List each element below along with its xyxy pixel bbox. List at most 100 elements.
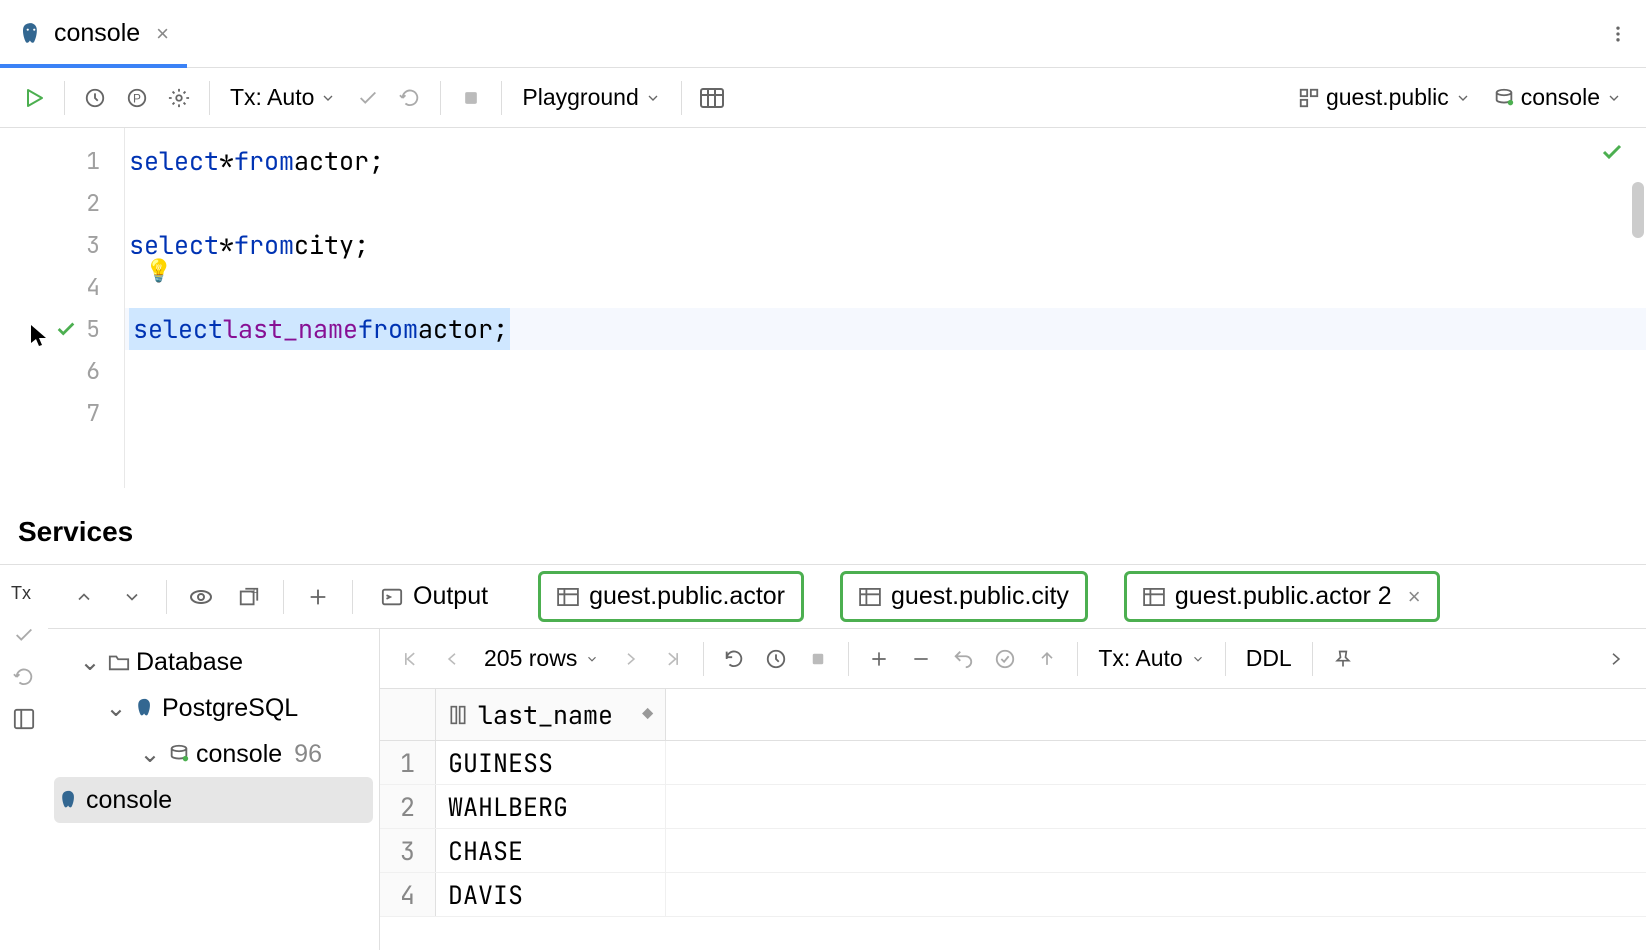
run-gutter-icon[interactable] bbox=[55, 318, 77, 340]
kebab-menu-icon[interactable] bbox=[1608, 24, 1628, 44]
chevron-down-icon bbox=[320, 90, 336, 106]
data-panel: 205 rows T bbox=[380, 629, 1646, 950]
tree-node-postgres[interactable]: ⌄ PostgreSQL bbox=[48, 685, 379, 731]
add-row-button[interactable] bbox=[859, 639, 899, 679]
cell-last-name[interactable]: DAVIS bbox=[436, 873, 666, 916]
settings-button[interactable] bbox=[159, 78, 199, 118]
code-line: select * from city; bbox=[125, 224, 1646, 266]
chevron-down-icon: ⌄ bbox=[78, 647, 102, 677]
services-main: + Output guest.public.actor guest.public… bbox=[48, 565, 1646, 950]
tx-label: Tx: Auto bbox=[230, 84, 314, 111]
column-header-last-name[interactable]: last_name ◆ bbox=[436, 689, 666, 740]
playground-label: Playground bbox=[522, 84, 638, 111]
collapse-down-button[interactable] bbox=[112, 577, 152, 617]
folder-icon bbox=[108, 652, 130, 672]
auto-refresh-button[interactable] bbox=[756, 639, 796, 679]
schema-select[interactable]: guest.public bbox=[1288, 78, 1481, 118]
tree-count: 96 bbox=[294, 740, 322, 769]
tree-node-console-session[interactable]: ⌄ console 96 bbox=[48, 731, 379, 777]
tab-label: console bbox=[54, 19, 140, 48]
scrollbar-thumb[interactable] bbox=[1632, 182, 1644, 238]
data-grid-button[interactable] bbox=[692, 78, 732, 118]
close-icon[interactable]: × bbox=[1408, 584, 1421, 610]
rollback-rail-button[interactable] bbox=[6, 659, 42, 695]
prev-page-button[interactable] bbox=[432, 639, 472, 679]
mouse-cursor bbox=[30, 324, 48, 348]
stop-button[interactable] bbox=[451, 78, 491, 118]
table-row[interactable]: 3 CHASE bbox=[380, 829, 1646, 873]
tree-node-database[interactable]: ⌄ Database bbox=[48, 639, 379, 685]
postgres-icon bbox=[18, 21, 44, 47]
tx-data-select[interactable]: Tx: Auto bbox=[1088, 645, 1214, 672]
table-row[interactable]: 1 GUINESS bbox=[380, 741, 1646, 785]
layout-rail-button[interactable] bbox=[6, 701, 42, 737]
table-header: last_name ◆ bbox=[380, 689, 1646, 741]
table-row[interactable]: 4 DAVIS bbox=[380, 873, 1646, 917]
table-icon bbox=[859, 588, 881, 606]
line-number: 3 bbox=[86, 230, 100, 260]
first-page-button[interactable] bbox=[390, 639, 430, 679]
tx-mode-select[interactable]: Tx: Auto bbox=[220, 78, 346, 118]
close-icon[interactable]: × bbox=[156, 21, 169, 47]
code-area[interactable]: select * from actor; select * from city;… bbox=[125, 128, 1646, 488]
ddl-button[interactable]: DDL bbox=[1236, 645, 1302, 672]
reload-button[interactable] bbox=[714, 639, 754, 679]
revert-button[interactable] bbox=[943, 639, 983, 679]
cell-last-name[interactable]: CHASE bbox=[436, 829, 666, 872]
result-tab-actor[interactable]: guest.public.actor bbox=[538, 571, 804, 622]
schema-icon bbox=[1298, 87, 1320, 109]
history-button[interactable] bbox=[75, 78, 115, 118]
analysis-ok-icon[interactable] bbox=[1600, 140, 1624, 164]
data-toolbar: 205 rows T bbox=[380, 629, 1646, 689]
sql-editor[interactable]: 1 2 3 4 5 6 7 select * from actor; selec… bbox=[0, 128, 1646, 488]
chevron-down-icon bbox=[1191, 652, 1205, 666]
show-button[interactable] bbox=[181, 577, 221, 617]
code-line-highlighted: select last_name from actor; bbox=[125, 308, 1646, 350]
svg-text:Tx: Tx bbox=[11, 583, 31, 603]
commit-rail-button[interactable] bbox=[6, 617, 42, 653]
table-row[interactable]: 2 WAHLBERG bbox=[380, 785, 1646, 829]
tx-rail-icon[interactable]: Tx bbox=[6, 575, 42, 611]
commit-button[interactable] bbox=[348, 78, 388, 118]
ddl-label: DDL bbox=[1246, 645, 1292, 672]
code-line bbox=[125, 392, 1646, 434]
gutter: 1 2 3 4 5 6 7 bbox=[0, 128, 125, 488]
stop-data-button[interactable] bbox=[798, 639, 838, 679]
code-line bbox=[125, 350, 1646, 392]
result-tab-actor-2[interactable]: guest.public.actor 2 × bbox=[1124, 571, 1440, 622]
intention-bulb-icon[interactable]: 💡 bbox=[145, 256, 172, 285]
services-tabs: + Output guest.public.actor guest.public… bbox=[48, 565, 1646, 629]
session-select[interactable]: console bbox=[1483, 78, 1632, 118]
export-button[interactable] bbox=[1027, 639, 1067, 679]
line-number: 6 bbox=[86, 356, 100, 386]
row-number: 3 bbox=[380, 829, 436, 872]
last-page-button[interactable] bbox=[653, 639, 693, 679]
session-icon bbox=[1493, 87, 1515, 109]
line-number: 2 bbox=[86, 188, 100, 218]
open-new-tab-button[interactable]: + bbox=[229, 577, 269, 617]
next-page-button[interactable] bbox=[611, 639, 651, 679]
rollback-button[interactable] bbox=[390, 78, 430, 118]
chevron-down-icon bbox=[645, 90, 661, 106]
tree-node-console-leaf[interactable]: console bbox=[54, 777, 373, 823]
pin-button[interactable] bbox=[1323, 639, 1363, 679]
remove-row-button[interactable] bbox=[901, 639, 941, 679]
tree-label: PostgreSQL bbox=[162, 694, 298, 723]
result-tab-city[interactable]: guest.public.city bbox=[840, 571, 1088, 622]
cell-last-name[interactable]: GUINESS bbox=[436, 741, 666, 784]
submit-button[interactable] bbox=[985, 639, 1025, 679]
output-tab[interactable]: Output bbox=[367, 582, 502, 611]
chevron-down-icon bbox=[585, 652, 599, 666]
add-button[interactable] bbox=[298, 577, 338, 617]
cell-last-name[interactable]: WAHLBERG bbox=[436, 785, 666, 828]
result-tab-label: guest.public.actor 2 bbox=[1175, 582, 1392, 611]
playground-select[interactable]: Playground bbox=[512, 78, 670, 118]
output-label: Output bbox=[413, 582, 488, 611]
row-count-select[interactable]: 205 rows bbox=[474, 645, 609, 672]
more-right-button[interactable] bbox=[1596, 639, 1636, 679]
expand-up-button[interactable] bbox=[64, 577, 104, 617]
run-button[interactable] bbox=[14, 78, 54, 118]
sort-icon[interactable]: ◆ bbox=[642, 703, 653, 726]
explain-plan-button[interactable]: P bbox=[117, 78, 157, 118]
tab-console[interactable]: console × bbox=[0, 0, 187, 67]
